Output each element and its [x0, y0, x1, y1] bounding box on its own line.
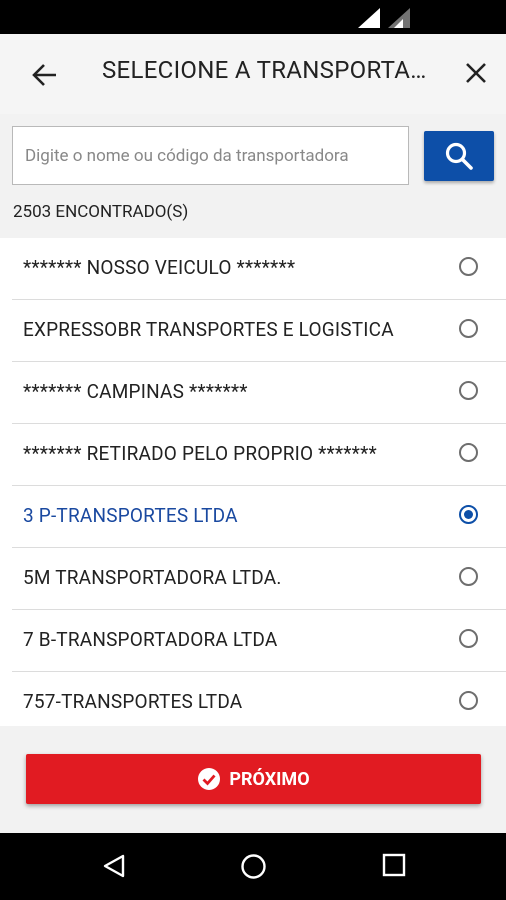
- search-input[interactable]: [12, 126, 409, 185]
- signal-icon: [358, 8, 380, 28]
- search-icon: [445, 142, 473, 170]
- list-item-label: EXPRESSOBR TRANSPORTES E LOGISTICA: [23, 318, 394, 341]
- list-item[interactable]: 7 B-TRANSPORTADORA LTDA: [0, 610, 506, 672]
- next-button-label: PRÓXIMO: [229, 768, 310, 790]
- check-circle-icon: [198, 768, 221, 790]
- nav-home-icon[interactable]: [240, 853, 267, 880]
- app-bar: SELECIONE A TRANSPORTADORA: [0, 34, 506, 114]
- list-item[interactable]: EXPRESSOBR TRANSPORTES E LOGISTICA: [0, 300, 506, 362]
- nav-recents-icon[interactable]: [382, 853, 406, 877]
- results-count: 2503 ENCONTRADO(S): [13, 202, 189, 222]
- search-button[interactable]: [424, 131, 494, 181]
- list-item-label: ******* NOSSO VEICULO *******: [23, 256, 296, 279]
- next-button-content: PRÓXIMO: [26, 754, 481, 804]
- list-item[interactable]: ******* RETIRADO PELO PROPRIO *******: [0, 424, 506, 486]
- status-bar: [0, 0, 506, 34]
- footer: PRÓXIMO: [0, 726, 506, 833]
- radio-button[interactable]: [459, 257, 478, 276]
- list-item[interactable]: 5M TRANSPORTADORA LTDA.: [0, 548, 506, 610]
- wifi-signal-icon: [388, 8, 410, 28]
- list-item-label: 5M TRANSPORTADORA LTDA.: [23, 566, 282, 589]
- list-item[interactable]: 3 P-TRANSPORTES LTDA: [0, 486, 506, 548]
- close-icon[interactable]: [462, 59, 490, 87]
- search-area: 2503 ENCONTRADO(S): [0, 114, 506, 238]
- list-item-label: 3 P-TRANSPORTES LTDA: [23, 504, 238, 527]
- radio-button[interactable]: [459, 319, 478, 338]
- list-item-label: 7 B-TRANSPORTADORA LTDA: [23, 628, 278, 651]
- next-button[interactable]: PRÓXIMO: [26, 754, 481, 804]
- list-item-label: 757-TRANSPORTES LTDA: [23, 690, 243, 713]
- page-title: SELECIONE A TRANSPORTADORA: [102, 56, 442, 84]
- radio-button[interactable]: [459, 567, 478, 586]
- list-item[interactable]: ******* NOSSO VEICULO *******: [0, 238, 506, 300]
- radio-button[interactable]: [459, 691, 478, 710]
- list-item[interactable]: ******* CAMPINAS *******: [0, 362, 506, 424]
- radio-button[interactable]: [459, 381, 478, 400]
- arrow-left-icon[interactable]: [30, 61, 60, 89]
- radio-button[interactable]: [459, 443, 478, 462]
- radio-button-checked[interactable]: [459, 505, 478, 524]
- nav-back-icon[interactable]: [101, 853, 127, 879]
- radio-button[interactable]: [459, 629, 478, 648]
- list-item-label: ******* RETIRADO PELO PROPRIO *******: [23, 442, 377, 465]
- carrier-list: ******* NOSSO VEICULO ******* EXPRESSOBR…: [0, 238, 506, 726]
- system-nav-bar: [0, 833, 506, 900]
- list-item-label: ******* CAMPINAS *******: [23, 380, 248, 403]
- list-item[interactable]: 757-TRANSPORTES LTDA: [0, 672, 506, 726]
